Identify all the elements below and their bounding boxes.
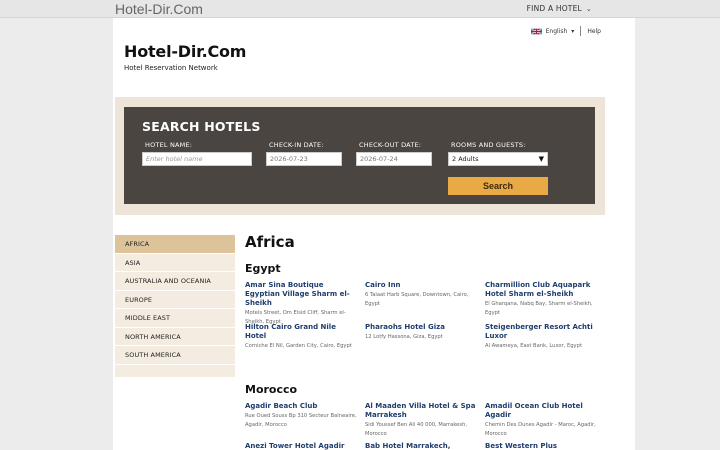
sidebar-item-australia-oceania[interactable]: AUSTRALIA AND OCEANIA	[115, 272, 235, 291]
hotel-address: El Gharqana, Nabq Bay, Sharm el-Sheikh, …	[485, 301, 593, 316]
find-hotel-menu[interactable]: FIND A HOTEL ⌄	[527, 0, 592, 18]
hotel-address: Corniche El Nil, Garden City, Cairo, Egy…	[245, 343, 352, 349]
sidebar-item-middle-east[interactable]: MIDDLE EAST	[115, 309, 235, 328]
sidebar-item-europe[interactable]: EUROPE	[115, 290, 235, 309]
checkout-input[interactable]: 2026-07-24	[356, 152, 432, 166]
dropdown-arrow-icon: ▼	[538, 155, 544, 163]
rooms-value: 2 Adults	[452, 155, 479, 163]
rooms-label: ROOMS AND GUESTS:	[451, 141, 526, 149]
hotel-link[interactable]: Charmillion Club Aquapark Hotel Sharm el…	[485, 281, 597, 299]
caret-down-icon: ▾	[571, 27, 575, 35]
hotel-card: Bab Hotel Marrakech, Boutique	[365, 442, 477, 450]
hotel-card: Charmillion Club Aquapark Hotel Sharm el…	[485, 281, 597, 317]
region-title: Africa	[245, 233, 295, 251]
hotel-address: Sidi Youssef Ben Ali 40 000, Marrakesh, …	[365, 422, 468, 437]
logo-title: Hotel-Dir.Com	[124, 42, 247, 61]
rooms-select[interactable]: 2 Adults ▼	[448, 152, 548, 166]
sidebar-item-asia[interactable]: ASIA	[115, 253, 235, 272]
sidebar-item-africa[interactable]: AFRICA	[115, 235, 235, 254]
hotel-card: Hilton Cairo Grand Nile Hotel Corniche E…	[245, 323, 357, 351]
checkin-input[interactable]: 2026-07-23	[266, 152, 342, 166]
hotel-card: Best Western Plus Casablanca	[485, 442, 597, 450]
sidebar-item-south-america[interactable]: SOUTH AMERICA	[115, 346, 235, 365]
sidebar-item-north-america[interactable]: NORTH AMERICA	[115, 327, 235, 346]
hotel-link[interactable]: Anezi Tower Hotel Agadir	[245, 442, 357, 450]
hotel-card: Al Maaden Villa Hotel & Spa Marrakesh Si…	[365, 402, 477, 438]
hotel-address: Rue Oued Souss Bp 310 Secteur Balneaire,…	[245, 413, 357, 428]
hotel-address: 12 Lotfy Hassona, Giza, Egypt	[365, 334, 443, 340]
search-button[interactable]: Search	[448, 177, 548, 195]
top-bar: Hotel-Dir.Com FIND A HOTEL ⌄	[0, 0, 720, 18]
search-form: SEARCH HOTELS HOTEL NAME: Enter hotel na…	[124, 107, 595, 204]
hotel-address: Al Awameya, East Bank, Luxor, Egypt	[485, 343, 582, 349]
logo-subtitle: Hotel Reservation Network	[124, 64, 218, 72]
hotel-link[interactable]: Amar Sina Boutique Egyptian Village Shar…	[245, 281, 357, 308]
hotel-link[interactable]: Al Maaden Villa Hotel & Spa Marrakesh	[365, 402, 477, 420]
hotel-link[interactable]: Pharaohs Hotel Giza	[365, 323, 477, 332]
hotel-address: Chemin Des Dunes Agadir - Maroc, Agadir,…	[485, 422, 596, 437]
hotel-card: Anezi Tower Hotel Agadir	[245, 442, 357, 450]
hotel-link[interactable]: Cairo Inn	[365, 281, 477, 290]
hotel-card: Agadir Beach Club Rue Oued Souss Bp 310 …	[245, 402, 357, 429]
hotel-name-label: HOTEL NAME:	[145, 141, 193, 149]
help-link[interactable]: Help	[587, 28, 601, 35]
find-hotel-label: FIND A HOTEL	[526, 4, 582, 13]
hotel-link[interactable]: Best Western Plus Casablanca	[485, 442, 597, 450]
search-heading: SEARCH HOTELS	[142, 119, 261, 134]
hotel-link[interactable]: Steigenberger Resort Achti Luxor	[485, 323, 597, 341]
hotel-address: 6 Talaat Harb Square, Downtown, Cairo, E…	[365, 292, 469, 307]
hotel-card: Amar Sina Boutique Egyptian Village Shar…	[245, 281, 357, 326]
search-panel: SEARCH HOTELS HOTEL NAME: Enter hotel na…	[115, 97, 605, 215]
region-sidebar: AFRICA ASIA AUSTRALIA AND OCEANIA EUROPE…	[115, 235, 235, 377]
checkout-label: CHECK-OUT DATE:	[359, 141, 422, 149]
language-bar: English ▾ Help	[530, 26, 601, 36]
hotel-link[interactable]: Agadir Beach Club	[245, 402, 357, 411]
country-heading-egypt: Egypt	[245, 262, 281, 275]
hotel-name-input[interactable]: Enter hotel name	[142, 152, 252, 166]
hotel-card: Steigenberger Resort Achti Luxor Al Awam…	[485, 323, 597, 351]
topbar-brand[interactable]: Hotel-Dir.Com	[115, 0, 203, 18]
page-container: English ▾ Help Hotel-Dir.Com Hotel Reser…	[113, 18, 635, 450]
divider	[580, 26, 582, 36]
checkin-label: CHECK-IN DATE:	[269, 141, 324, 149]
chevron-down-icon: ⌄	[585, 5, 592, 13]
hotel-card: Amadil Ocean Club Hotel Agadir Chemin De…	[485, 402, 597, 438]
hotel-link[interactable]: Amadil Ocean Club Hotel Agadir	[485, 402, 597, 420]
hotel-listing: Africa Egypt Amar Sina Boutique Egyptian…	[245, 233, 605, 450]
hotel-link[interactable]: Hilton Cairo Grand Nile Hotel	[245, 323, 357, 341]
hotel-link[interactable]: Bab Hotel Marrakech, Boutique	[365, 442, 477, 450]
site-logo[interactable]: Hotel-Dir.Com Hotel Reservation Network	[124, 42, 246, 72]
hotel-card: Pharaohs Hotel Giza 12 Lotfy Hassona, Gi…	[365, 323, 477, 342]
uk-flag-icon	[530, 27, 542, 35]
language-selector[interactable]: English	[546, 28, 568, 35]
sidebar-fill	[115, 364, 235, 377]
country-heading-morocco: Morocco	[245, 383, 298, 396]
hotel-card: Cairo Inn 6 Talaat Harb Square, Downtown…	[365, 281, 477, 308]
